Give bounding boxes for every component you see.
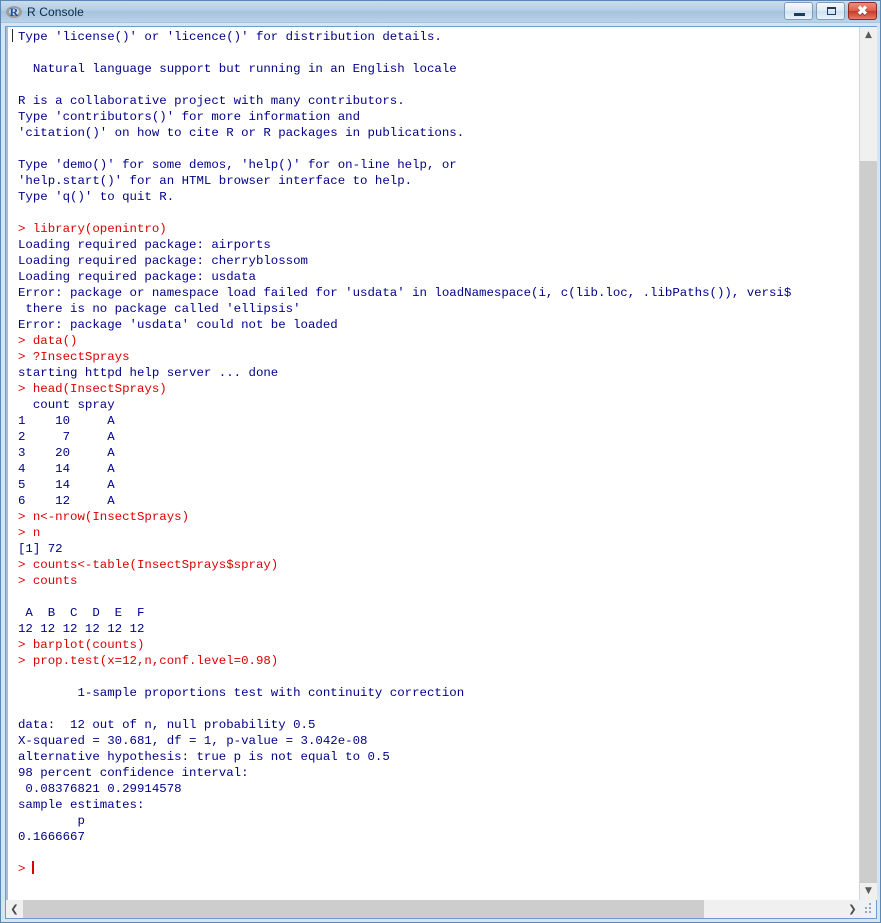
horizontal-scrollbar-area: ❮ ❯ — [5, 900, 877, 919]
console-output-line: A B C D E F — [18, 606, 152, 620]
console-output-line: count spray — [18, 398, 115, 412]
console-output-line: 1 10 A — [18, 414, 115, 428]
console-output-line: 6 12 A — [18, 494, 115, 508]
console-output-line: data: 12 out of n, null probability 0.5 — [18, 718, 316, 732]
client-area: Type 'license()' or 'licence()' for dist… — [1, 23, 880, 922]
console-output-line: Type 'contributors()' for more informati… — [18, 110, 361, 124]
close-button[interactable]: ✖ — [848, 2, 877, 20]
top-caret — [12, 29, 13, 42]
scroll-down-button[interactable]: ▼ — [860, 883, 877, 900]
console-command-line: > counts — [18, 574, 78, 588]
scroll-up-button[interactable]: ▲ — [860, 27, 877, 44]
r-console-window: R R Console ✖ Type 'license()' or 'licen… — [0, 0, 881, 923]
console-output-line: 0.1666667 — [18, 830, 93, 844]
console-output-line: 5 14 A — [18, 478, 115, 492]
console-command-line: > — [18, 861, 859, 877]
console-output-line: Natural language support but running in … — [18, 62, 457, 76]
title-bar: R R Console ✖ — [1, 1, 880, 23]
console-output-line: 0.08376821 0.29914578 — [18, 782, 182, 796]
minimize-icon — [794, 13, 805, 16]
console-output-line: 4 14 A — [18, 462, 115, 476]
console-command-line: > n<-nrow(InsectSprays) — [18, 510, 190, 524]
console-output-line: alternative hypothesis: true p is not eq… — [18, 750, 390, 764]
maximize-button[interactable] — [816, 2, 845, 20]
console-output-line: Type 'q()' to quit R. — [18, 190, 175, 204]
scroll-left-button[interactable]: ❮ — [6, 900, 23, 918]
console-command-line: > data() — [18, 334, 78, 348]
text-cursor — [32, 861, 35, 874]
console-command-line: > library(openintro) — [18, 222, 167, 236]
console-output-line: Type 'demo()' for some demos, 'help()' f… — [18, 158, 457, 172]
console-frame: Type 'license()' or 'licence()' for dist… — [5, 26, 877, 900]
horizontal-scrollbar[interactable]: ❮ ❯ — [6, 900, 861, 918]
console-output-line: X-squared = 30.681, df = 1, p-value = 3.… — [18, 734, 368, 748]
console-output-line: Error: package 'usdata' could not be loa… — [18, 318, 338, 332]
window-title: R Console — [27, 4, 84, 19]
scroll-right-button[interactable]: ❯ — [844, 900, 861, 918]
console-output-line: [1] 72 — [18, 542, 63, 556]
console-output[interactable]: Type 'license()' or 'licence()' for dist… — [6, 27, 859, 900]
close-icon: ✖ — [857, 3, 868, 18]
console-output-line: Error: package or namespace load failed … — [18, 286, 792, 300]
console-output-line: starting httpd help server ... done — [18, 366, 279, 380]
resize-grip[interactable] — [861, 900, 876, 918]
console-output-line: Loading required package: airports — [18, 238, 271, 252]
console-output-line: Type 'license()' or 'licence()' for dist… — [18, 30, 442, 44]
vertical-scroll-track[interactable] — [860, 44, 877, 883]
console-output-line: 'citation()' on how to cite R or R packa… — [18, 126, 465, 140]
horizontal-scroll-track[interactable] — [23, 900, 844, 918]
console-output-line: p — [18, 814, 93, 828]
r-logo-letter: R — [9, 4, 19, 19]
console-output-line: there is no package called 'ellipsis' — [18, 302, 301, 316]
console-output-line: 98 percent confidence interval: — [18, 766, 249, 780]
console-output-line: 'help.start()' for an HTML browser inter… — [18, 174, 413, 188]
console-output-line: 3 20 A — [18, 446, 115, 460]
console-output-line: 2 7 A — [18, 430, 115, 444]
console-command-line: > n — [18, 526, 41, 540]
console-command-line: > ?InsectSprays — [18, 350, 130, 364]
vertical-scrollbar[interactable]: ▲ ▼ — [859, 27, 877, 900]
console-command-line: > counts<-table(InsectSprays$spray) — [18, 558, 279, 572]
console-output-line: 1-sample proportions test with continuit… — [18, 686, 465, 700]
console-command-line: > head(InsectSprays) — [18, 382, 167, 396]
console-output-line: sample estimates: — [18, 798, 145, 812]
console-command-line: > prop.test(x=12,n,conf.level=0.98) — [18, 654, 279, 668]
minimize-button[interactable] — [784, 2, 813, 20]
window-controls: ✖ — [784, 2, 877, 20]
console-output-line: R is a collaborative project with many c… — [18, 94, 405, 108]
r-logo-icon: R — [6, 4, 22, 20]
console-command-line: > barplot(counts) — [18, 638, 145, 652]
console-output-line: Loading required package: cherryblossom — [18, 254, 308, 268]
vertical-scroll-thumb[interactable] — [860, 161, 877, 883]
maximize-icon — [827, 7, 836, 15]
horizontal-scroll-thumb[interactable] — [23, 900, 705, 918]
console-output-line: 12 12 12 12 12 12 — [18, 622, 152, 636]
console-output-line: Loading required package: usdata — [18, 270, 256, 284]
